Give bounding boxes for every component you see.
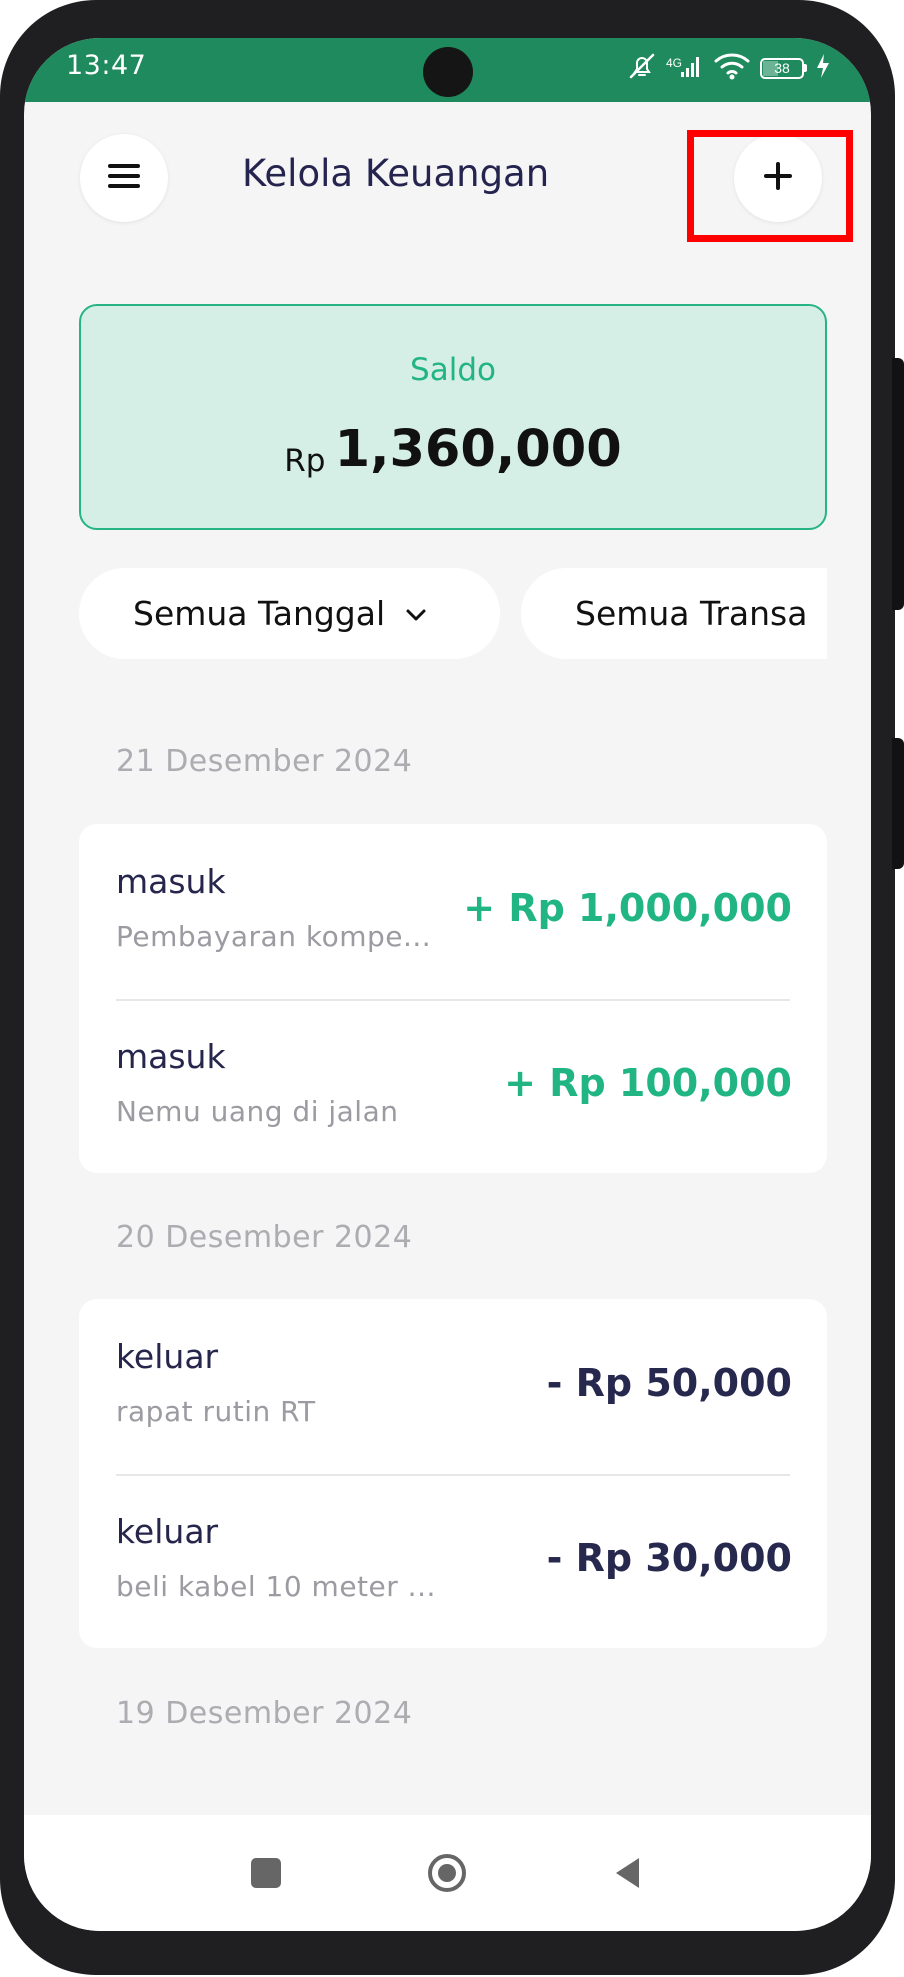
svg-text:4G: 4G	[666, 56, 682, 70]
transaction-type: masuk	[116, 1037, 226, 1076]
battery-level: 38	[774, 60, 790, 76]
status-time: 13:47	[66, 50, 147, 81]
hamburger-menu-icon	[106, 161, 142, 195]
status-bar: 13:47 4G 38	[24, 38, 871, 102]
power-key	[892, 738, 904, 869]
transaction-amount: + Rp 100,000	[504, 1061, 792, 1105]
transaction-group-card: keluar rapat rutin RT - Rp 50,000 keluar…	[79, 1299, 827, 1648]
date-filter-dropdown[interactable]: Semua Tanggal	[79, 568, 500, 659]
signal-icon: 4G	[666, 52, 704, 84]
camera-cutout	[423, 47, 473, 97]
transaction-type-filter[interactable]: Semua Transa	[521, 568, 827, 659]
balance-value-row: Rp 1,360,000	[81, 420, 825, 479]
transaction-description: Nemu uang di jalan	[116, 1095, 399, 1128]
menu-button[interactable]	[80, 134, 168, 222]
muted-bell-icon	[626, 50, 658, 86]
app-screen: 13:47 4G 38 Kelola Keuangan Saldo Rp 1,3…	[24, 38, 871, 1931]
balance-label: Saldo	[410, 352, 496, 388]
status-icons: 4G 38	[626, 48, 831, 88]
chevron-down-icon	[401, 599, 431, 629]
transaction-row[interactable]: keluar beli kabel 10 meter ... - Rp 30,0…	[79, 1474, 827, 1648]
back-icon[interactable]	[608, 1853, 648, 1893]
battery-tip	[804, 64, 807, 72]
charging-icon	[815, 53, 831, 83]
date-group-header: 19 Desember 2024	[116, 1696, 413, 1731]
plus-icon	[760, 158, 796, 198]
transaction-type: masuk	[116, 862, 226, 901]
phone-device: 13:47 4G 38 Kelola Keuangan Saldo Rp 1,3…	[0, 0, 904, 1977]
balance-currency: Rp	[284, 443, 326, 479]
balance-amount: 1,360,000	[334, 420, 622, 479]
wifi-icon	[712, 51, 752, 85]
transaction-row[interactable]: masuk Nemu uang di jalan + Rp 100,000	[79, 999, 827, 1173]
filter-row: Semua Tanggal Semua Transa	[79, 568, 827, 659]
transaction-group-card: masuk Pembayaran kompe... + Rp 1,000,000…	[79, 824, 827, 1173]
home-icon[interactable]	[427, 1853, 467, 1893]
battery-icon: 38	[760, 57, 804, 79]
transaction-row[interactable]: keluar rapat rutin RT - Rp 50,000	[79, 1299, 827, 1474]
transaction-amount: - Rp 30,000	[546, 1536, 792, 1580]
transaction-type-filter-label: Semua Transa	[575, 594, 808, 633]
recent-apps-icon[interactable]	[246, 1853, 286, 1893]
transaction-description: Pembayaran kompe...	[116, 920, 432, 953]
transaction-row[interactable]: masuk Pembayaran kompe... + Rp 1,000,000	[79, 824, 827, 999]
transaction-description: rapat rutin RT	[116, 1395, 316, 1428]
date-filter-label: Semua Tanggal	[133, 594, 386, 633]
transaction-description: beli kabel 10 meter ...	[116, 1570, 436, 1603]
transaction-type: keluar	[116, 1337, 219, 1376]
date-group-header: 21 Desember 2024	[116, 744, 413, 779]
system-navigation-bar	[24, 1815, 871, 1931]
transaction-type: keluar	[116, 1512, 219, 1551]
balance-card: Saldo Rp 1,360,000	[79, 304, 827, 530]
volume-key	[892, 358, 904, 610]
transaction-amount: + Rp 1,000,000	[463, 886, 792, 930]
page-title: Kelola Keuangan	[242, 152, 550, 195]
add-transaction-button[interactable]	[734, 134, 822, 222]
date-group-header: 20 Desember 2024	[116, 1220, 413, 1255]
transaction-amount: - Rp 50,000	[546, 1361, 792, 1405]
